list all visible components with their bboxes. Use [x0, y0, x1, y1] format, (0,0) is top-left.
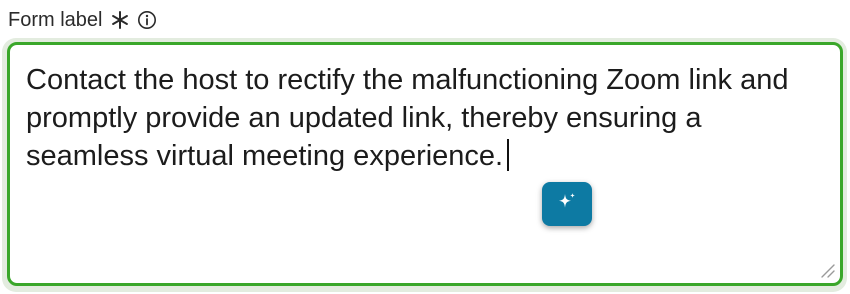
asterisk-icon — [110, 10, 130, 30]
resize-grip-icon[interactable] — [818, 261, 836, 279]
text-area-value: Contact the host to rectify the malfunct… — [26, 64, 789, 172]
text-area-content[interactable]: Contact the host to rectify the malfunct… — [26, 61, 826, 175]
sparkle-icon — [555, 190, 579, 219]
form-label-row: Form label — [8, 6, 158, 34]
form-label: Form label — [8, 9, 103, 31]
ai-assist-button[interactable] — [542, 182, 592, 226]
text-caret — [507, 139, 510, 171]
text-area[interactable]: Contact the host to rectify the malfunct… — [7, 42, 843, 286]
info-icon[interactable] — [136, 9, 158, 31]
